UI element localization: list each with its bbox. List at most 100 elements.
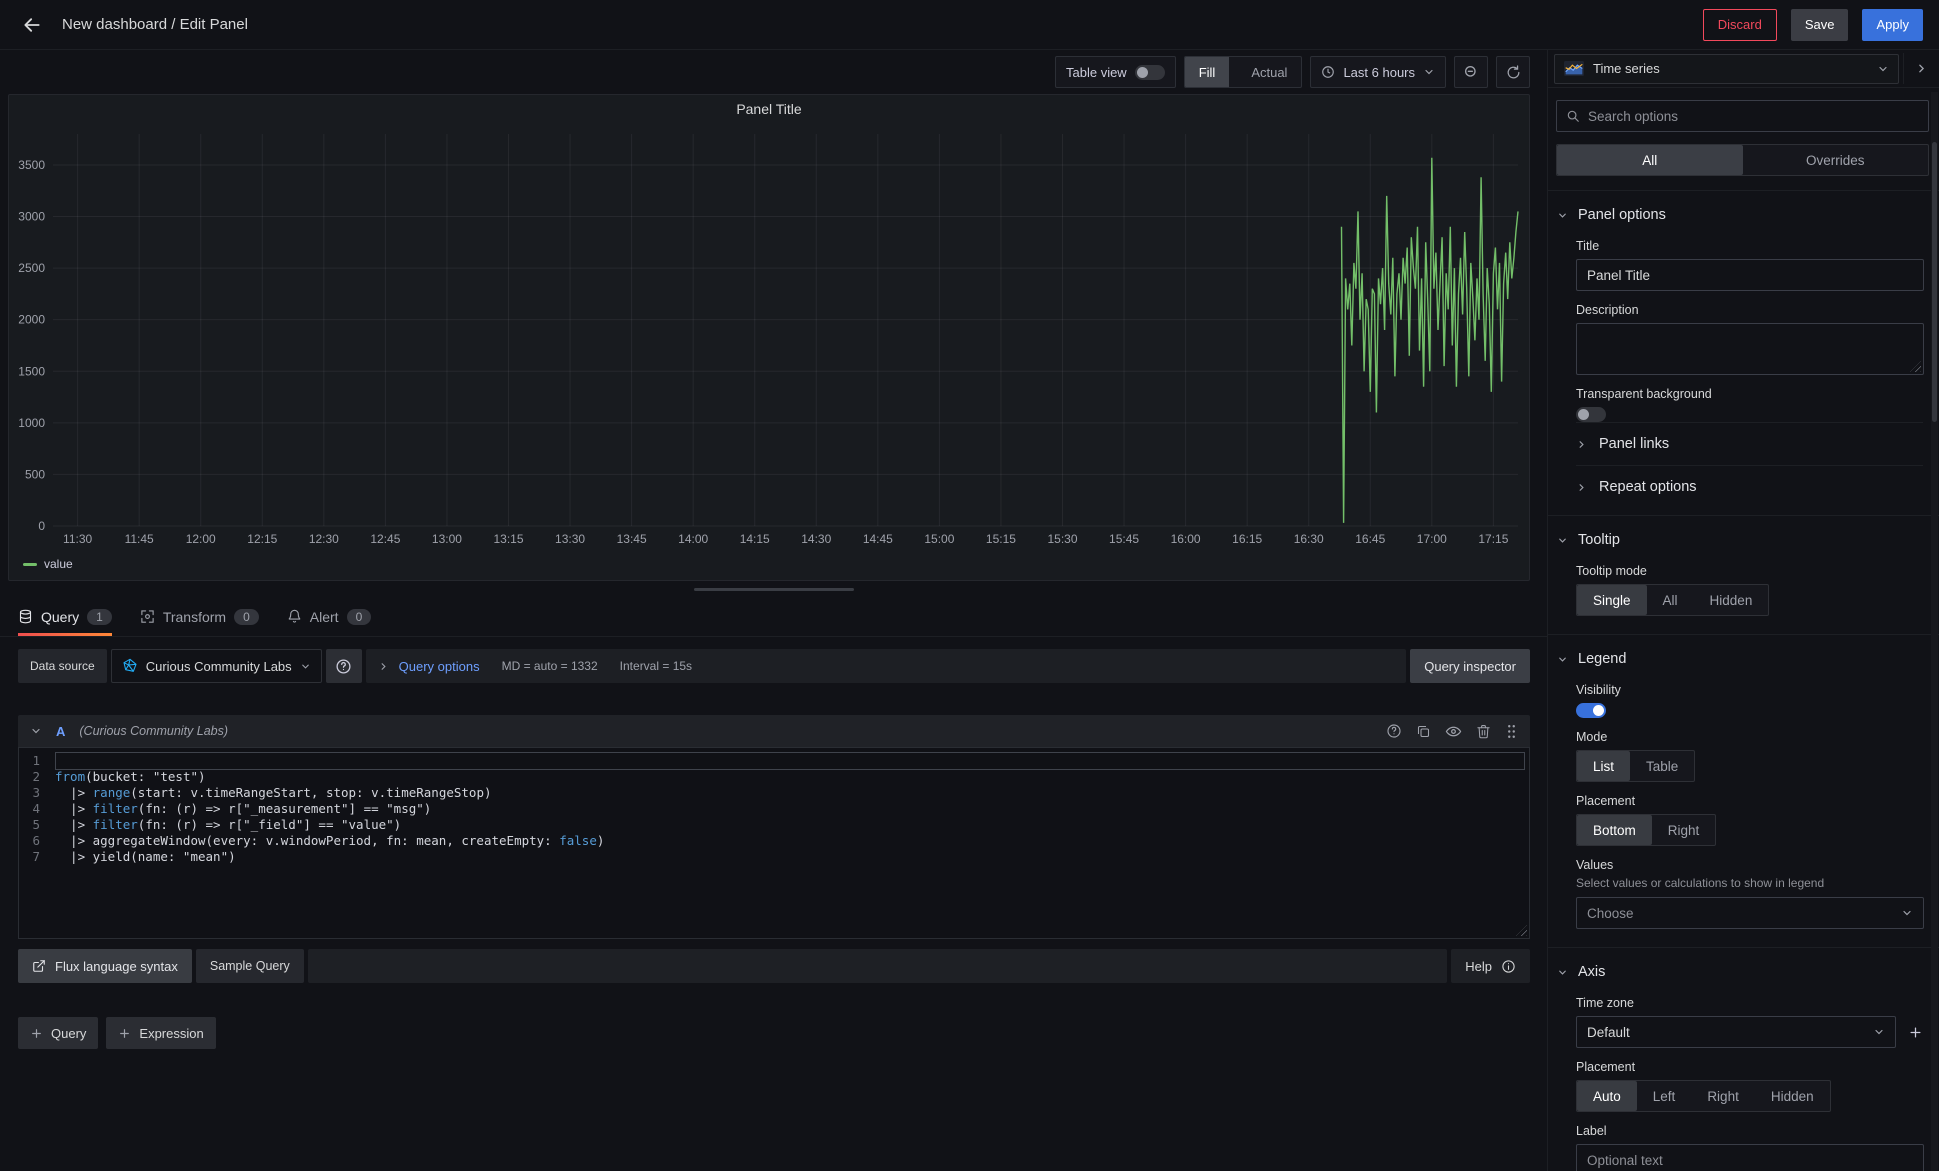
transparent-bg-toggle[interactable] xyxy=(1576,407,1606,422)
transform-count-badge: 0 xyxy=(234,609,259,625)
query-options-link[interactable]: Query options xyxy=(399,659,480,674)
svg-text:2000: 2000 xyxy=(18,313,45,327)
help-button[interactable]: Help xyxy=(1451,949,1530,983)
svg-text:14:15: 14:15 xyxy=(740,532,770,546)
tab-alert[interactable]: Alert 0 xyxy=(287,597,371,636)
legend-placement-right[interactable]: Right xyxy=(1652,815,1716,845)
sample-query-button[interactable]: Sample Query xyxy=(196,949,304,983)
panel-resize-handle[interactable] xyxy=(694,588,854,591)
sidebar-scrollbar-thumb[interactable] xyxy=(1932,142,1937,422)
tab-query[interactable]: Query 1 xyxy=(18,597,112,636)
datasource-help-button[interactable] xyxy=(326,649,362,683)
tab-transform[interactable]: Transform 0 xyxy=(140,597,259,636)
chevron-down-icon xyxy=(1557,210,1568,221)
code-line[interactable]: 7 |> yield(name: "mean") xyxy=(19,849,1529,865)
refresh-button[interactable] xyxy=(1496,56,1530,88)
axis-placement-left[interactable]: Left xyxy=(1637,1081,1692,1111)
flux-code-editor[interactable]: 12from(bucket: "test")3 |> range(start: … xyxy=(18,747,1530,939)
time-range-picker[interactable]: Last 6 hours xyxy=(1310,56,1446,88)
editor-resize-handle[interactable] xyxy=(1516,925,1527,936)
legend-visibility-toggle[interactable] xyxy=(1576,703,1606,718)
tooltip-mode-single[interactable]: Single xyxy=(1577,585,1647,615)
code-line[interactable]: 6 |> aggregateWindow(every: v.windowPeri… xyxy=(19,833,1529,849)
code-line[interactable]: 4 |> filter(fn: (r) => r["_measurement"]… xyxy=(19,801,1529,817)
fill-button[interactable]: Fill xyxy=(1185,57,1230,87)
editor-tabs: Query 1 Transform 0 Alert 0 xyxy=(0,597,1547,637)
timezone-select[interactable]: Default xyxy=(1576,1016,1896,1048)
legend-mode-table[interactable]: Table xyxy=(1630,751,1694,781)
query-ref-id[interactable]: A xyxy=(56,724,65,739)
help-label: Help xyxy=(1465,959,1492,974)
legend-values-placeholder: Choose xyxy=(1587,906,1634,921)
actual-button[interactable]: Actual xyxy=(1237,57,1301,87)
svg-text:14:00: 14:00 xyxy=(678,532,708,546)
tooltip-header[interactable]: Tooltip xyxy=(1557,522,1923,552)
search-options-input[interactable]: Search options xyxy=(1556,100,1929,132)
table-view-toggle[interactable] xyxy=(1135,65,1165,80)
code-line[interactable]: 5 |> filter(fn: (r) => r["_field"] == "v… xyxy=(19,817,1529,833)
series-legend-label[interactable]: value xyxy=(44,557,73,571)
delete-query-trash-icon[interactable] xyxy=(1476,724,1491,739)
axis-placement-right[interactable]: Right xyxy=(1691,1081,1755,1111)
svg-text:1000: 1000 xyxy=(18,416,45,430)
legend-placement-bottom[interactable]: Bottom xyxy=(1577,815,1652,845)
panel-title[interactable]: Panel Title xyxy=(9,95,1529,122)
svg-text:16:00: 16:00 xyxy=(1171,532,1201,546)
svg-text:0: 0 xyxy=(38,519,45,533)
query-inspector-button[interactable]: Query inspector xyxy=(1410,649,1530,683)
add-expression-label: Expression xyxy=(139,1026,203,1041)
collapse-sidebar-button[interactable] xyxy=(1903,53,1939,84)
add-timezone-button[interactable] xyxy=(1908,1025,1923,1040)
axis-label-input[interactable]: Optional text xyxy=(1576,1144,1924,1171)
textarea-resize-handle[interactable] xyxy=(1910,361,1921,372)
tooltip-mode-all[interactable]: All xyxy=(1647,585,1694,615)
line-number: 3 xyxy=(19,785,55,801)
svg-text:3000: 3000 xyxy=(18,210,45,224)
description-textarea[interactable] xyxy=(1576,323,1924,375)
collapse-query-chevron-icon[interactable] xyxy=(30,725,42,737)
svg-text:11:30: 11:30 xyxy=(63,532,92,546)
svg-text:11:45: 11:45 xyxy=(125,532,154,546)
legend-values-select[interactable]: Choose xyxy=(1576,897,1924,929)
drag-handle-icon[interactable] xyxy=(1505,724,1518,739)
time-series-chart[interactable]: 11:3011:4512:0012:1512:3012:4513:0013:15… xyxy=(9,122,1529,554)
zoom-out-button[interactable] xyxy=(1454,56,1488,88)
code-line[interactable]: 1 xyxy=(19,753,1529,769)
sidebar-scrollbar[interactable] xyxy=(1931,92,1938,1171)
panel-links-row[interactable]: Panel links xyxy=(1576,422,1923,465)
legend-header[interactable]: Legend xyxy=(1557,641,1923,671)
svg-text:12:30: 12:30 xyxy=(309,532,339,546)
apply-button[interactable]: Apply xyxy=(1862,9,1923,41)
transform-icon xyxy=(140,609,155,624)
tab-all[interactable]: All xyxy=(1557,145,1743,175)
fit-mode-group: Fill Actual xyxy=(1184,56,1303,88)
svg-text:13:15: 13:15 xyxy=(493,532,523,546)
code-line[interactable]: 3 |> range(start: v.timeRangeStart, stop… xyxy=(19,785,1529,801)
panel-options-header[interactable]: Panel options xyxy=(1557,197,1923,227)
discard-button[interactable]: Discard xyxy=(1703,9,1777,41)
legend-mode-list[interactable]: List xyxy=(1577,751,1630,781)
repeat-options-row[interactable]: Repeat options xyxy=(1576,465,1923,497)
time-range-label: Last 6 hours xyxy=(1343,65,1415,80)
save-button[interactable]: Save xyxy=(1791,9,1849,41)
back-arrow-icon[interactable] xyxy=(16,9,48,41)
panel-toolbar: Table view Fill Actual Last 6 hours xyxy=(0,50,1547,94)
visualization-picker[interactable]: Time series xyxy=(1554,54,1899,84)
flux-syntax-button[interactable]: Flux language syntax xyxy=(18,949,192,983)
add-expression-button[interactable]: Expression xyxy=(106,1017,215,1049)
axis-placement-auto[interactable]: Auto xyxy=(1577,1081,1637,1111)
section-panel-options: Panel options Title Panel Title Descript… xyxy=(1548,190,1939,515)
query-editor-header: A (Curious Community Labs) xyxy=(18,715,1530,747)
axis-placement-hidden[interactable]: Hidden xyxy=(1755,1081,1830,1111)
duplicate-query-icon[interactable] xyxy=(1416,724,1431,739)
panel-title-input[interactable]: Panel Title xyxy=(1576,259,1924,291)
axis-header[interactable]: Axis xyxy=(1557,954,1923,984)
tab-overrides[interactable]: Overrides xyxy=(1743,145,1929,175)
options-filter-tabs: All Overrides xyxy=(1556,144,1929,176)
query-help-icon[interactable] xyxy=(1386,723,1402,739)
datasource-picker[interactable]: Curious Community Labs xyxy=(111,649,322,683)
code-line[interactable]: 2from(bucket: "test") xyxy=(19,769,1529,785)
hide-query-eye-icon[interactable] xyxy=(1445,723,1462,740)
tooltip-mode-hidden[interactable]: Hidden xyxy=(1694,585,1769,615)
add-query-button[interactable]: Query xyxy=(18,1017,98,1049)
